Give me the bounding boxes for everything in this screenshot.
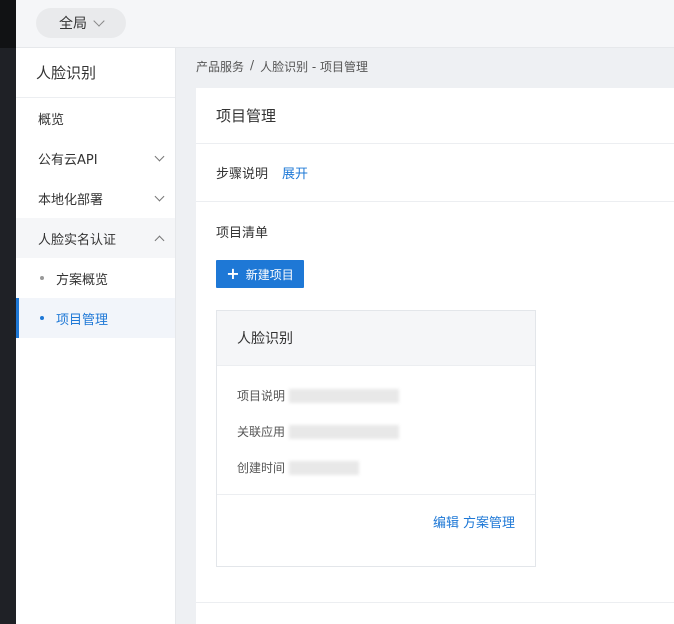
chevron-down-icon bbox=[154, 191, 165, 201]
edit-link[interactable]: 编辑 bbox=[433, 512, 459, 531]
region-select[interactable]: 全局 bbox=[36, 8, 126, 38]
redacted-value bbox=[289, 460, 360, 475]
plus-icon: + bbox=[226, 264, 240, 283]
breadcrumb-item[interactable]: 产品服务 bbox=[196, 58, 244, 75]
field-label: 关联应用 bbox=[237, 425, 286, 439]
new-project-button[interactable]: + 新建项目 bbox=[216, 260, 304, 288]
steps-label: 步骤说明 bbox=[216, 167, 269, 182]
sidebar-item-label: 概览 bbox=[38, 112, 65, 128]
chevron-down-icon bbox=[93, 15, 105, 27]
created-time-field: 创建时间 bbox=[237, 459, 360, 476]
bullet-icon bbox=[40, 276, 44, 280]
sidebar-item-label: 人脸实名认证 bbox=[38, 232, 117, 248]
project-card: 人脸识别 项目说明 关联应用 创建时间 编辑 方案管理 bbox=[216, 310, 536, 567]
sidebar-title: 人脸识别 bbox=[16, 48, 175, 98]
steps-row: 步骤说明 展开 bbox=[196, 144, 674, 202]
field-label: 创建时间 bbox=[237, 461, 286, 475]
sidebar-item-label: 公有云API bbox=[38, 152, 98, 168]
sidebar-item-face-verify[interactable]: 人脸实名认证 bbox=[16, 218, 175, 258]
breadcrumb-item: 人脸识别 - 项目管理 bbox=[260, 60, 369, 74]
page-title: 项目管理 bbox=[196, 88, 674, 144]
card-actions: 编辑 方案管理 bbox=[433, 512, 515, 531]
breadcrumb: 产品服务 / 人脸识别 - 项目管理 bbox=[196, 58, 368, 75]
sidebar-item-public-cloud-api[interactable]: 公有云API bbox=[16, 138, 175, 178]
divider bbox=[196, 602, 674, 603]
sidebar-subitem-solution-overview[interactable]: 方案概览 bbox=[16, 258, 175, 298]
project-card-title: 人脸识别 bbox=[217, 311, 535, 366]
sidebar-subitem-label: 方案概览 bbox=[56, 272, 109, 288]
new-project-label: 新建项目 bbox=[245, 267, 294, 282]
breadcrumb-separator: / bbox=[250, 58, 255, 72]
sidebar-item-label: 本地化部署 bbox=[38, 192, 104, 208]
solution-manage-link[interactable]: 方案管理 bbox=[463, 512, 515, 531]
field-label: 项目说明 bbox=[237, 389, 286, 403]
redacted-value bbox=[289, 388, 400, 403]
app-nav-strip bbox=[0, 0, 16, 624]
sidebar-subitem-project-manage[interactable]: 项目管理 bbox=[16, 298, 175, 338]
sidebar-subitem-label: 项目管理 bbox=[56, 312, 109, 328]
chevron-down-icon bbox=[154, 151, 165, 161]
project-list-title: 项目清单 bbox=[216, 226, 269, 241]
region-label: 全局 bbox=[59, 16, 87, 32]
redacted-value bbox=[289, 424, 400, 439]
sidebar: 人脸识别 概览 公有云API 本地化部署 人脸实名认证 方案概览 项目管理 bbox=[16, 48, 176, 624]
sidebar-item-local-deploy[interactable]: 本地化部署 bbox=[16, 178, 175, 218]
main-panel: 项目管理 步骤说明 展开 项目清单 + 新建项目 人脸识别 项目说明 关联应用 … bbox=[196, 88, 674, 624]
linked-app-field: 关联应用 bbox=[237, 423, 400, 440]
sidebar-item-overview[interactable]: 概览 bbox=[16, 98, 175, 138]
chevron-up-icon bbox=[154, 235, 165, 245]
divider bbox=[217, 494, 535, 495]
top-bar: 全局 bbox=[16, 0, 674, 48]
expand-link[interactable]: 展开 bbox=[282, 163, 308, 182]
app-nav-top bbox=[0, 0, 16, 48]
bullet-icon bbox=[40, 316, 44, 320]
project-desc-field: 项目说明 bbox=[237, 387, 400, 404]
